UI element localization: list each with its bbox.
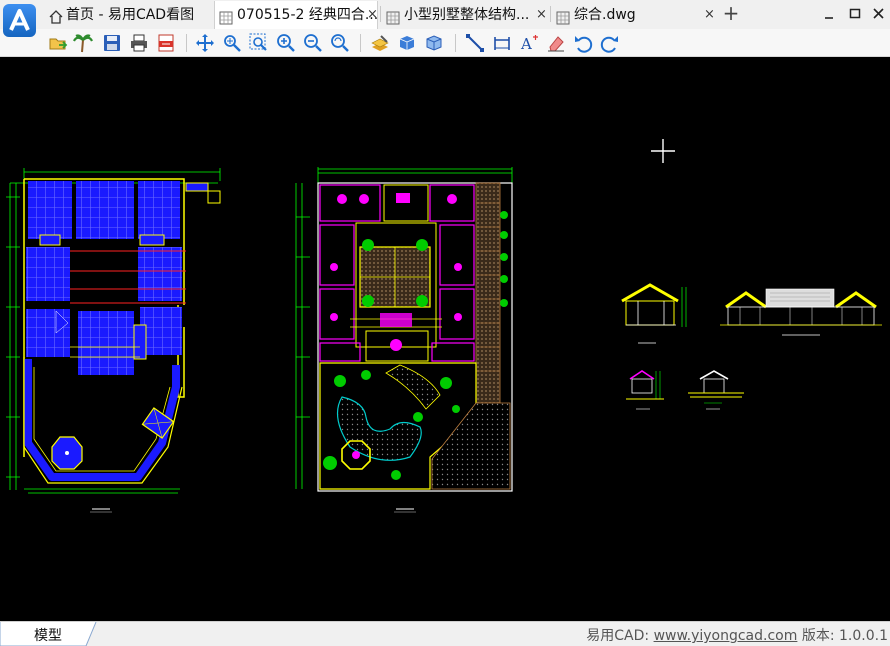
minimize-icon[interactable]: [820, 4, 838, 24]
tab-label: 070515-2 经典四合...: [237, 7, 378, 23]
zoom-window-icon[interactable]: [248, 32, 270, 54]
new-tab-button[interactable]: +: [722, 3, 740, 25]
undo-icon[interactable]: [572, 32, 594, 54]
website-link[interactable]: www.yiyongcad.com: [654, 628, 798, 644]
3d-box-icon[interactable]: [396, 32, 418, 54]
close-icon[interactable]: ×: [367, 1, 377, 29]
layer-icon[interactable]: [369, 32, 391, 54]
drawing-file-icon: [556, 7, 570, 29]
tab-model[interactable]: 模型: [0, 622, 100, 646]
zoom-in-icon[interactable]: [275, 32, 297, 54]
close-icon[interactable]: ×: [536, 1, 547, 29]
tab-bar: 首页 - 易用CAD看图 070515-2 经典四合... × 小型别墅整体结构…: [0, 0, 890, 37]
toolbar-divider: [186, 34, 187, 52]
toolbar-divider: [455, 34, 456, 52]
cad-viewer-window: 首页 - 易用CAD看图 070515-2 经典四合... × 小型别墅整体结构…: [0, 0, 890, 646]
print-icon[interactable]: [128, 32, 150, 54]
tab-label: 综合.dwg: [574, 7, 636, 23]
status-bar: 模型 易用CAD: www.yiyongcad.com 版本: 1.0.0.1: [0, 621, 890, 646]
open-file-icon[interactable]: [47, 32, 69, 54]
palm-tree-icon[interactable]: [72, 32, 94, 54]
line-measure-icon[interactable]: [464, 32, 486, 54]
tab-label: 首页 - 易用CAD看图: [66, 7, 195, 23]
home-icon: [48, 7, 64, 29]
version-label: 版本: 1.0.0.1: [797, 628, 888, 644]
drawing-canvas[interactable]: [0, 57, 890, 621]
tab-divider: [380, 6, 381, 22]
text-icon[interactable]: A: [518, 32, 540, 54]
crosshair-cursor-icon: [651, 139, 675, 163]
tab-label: 小型别墅整体结构...: [404, 7, 530, 23]
floor-plan-2: [295, 167, 513, 513]
status-prefix: 易用CAD:: [586, 628, 654, 644]
3d-view-icon[interactable]: [423, 32, 445, 54]
dimension-icon[interactable]: [491, 32, 513, 54]
export-pdf-icon[interactable]: [155, 32, 177, 54]
eraser-icon[interactable]: [545, 32, 567, 54]
save-icon[interactable]: [101, 32, 123, 54]
redo-icon[interactable]: [599, 32, 621, 54]
status-info: 易用CAD: www.yiyongcad.com 版本: 1.0.0.1: [586, 625, 888, 645]
tab-drawing-villa[interactable]: 小型别墅整体结构... ×: [382, 1, 548, 29]
maximize-icon[interactable]: [846, 4, 864, 24]
tab-drawing-zonghe[interactable]: 综合.dwg ×: [552, 1, 718, 29]
close-icon[interactable]: ×: [704, 1, 715, 29]
cad-drawing: [6, 139, 882, 513]
zoom-out-icon[interactable]: [302, 32, 324, 54]
floor-plan-1: [6, 168, 221, 513]
drawing-file-icon: [386, 7, 400, 29]
pan-icon[interactable]: [194, 32, 216, 54]
svg-text:A: A: [520, 35, 532, 53]
tab-divider: [550, 6, 551, 22]
tab-home[interactable]: 首页 - 易用CAD看图: [44, 1, 212, 29]
app-logo-icon[interactable]: [3, 4, 36, 37]
zoom-extents-icon[interactable]: [329, 32, 351, 54]
zoom-realtime-icon[interactable]: [221, 32, 243, 54]
close-window-icon[interactable]: [870, 4, 888, 24]
toolbar: A: [0, 29, 890, 57]
model-tab-label: 模型: [34, 628, 62, 644]
toolbar-divider: [360, 34, 361, 52]
drawing-file-icon: [219, 7, 233, 29]
tab-drawing-siheyuan[interactable]: 070515-2 经典四合... ×: [214, 1, 378, 29]
elevation-drawings: [621, 283, 882, 410]
